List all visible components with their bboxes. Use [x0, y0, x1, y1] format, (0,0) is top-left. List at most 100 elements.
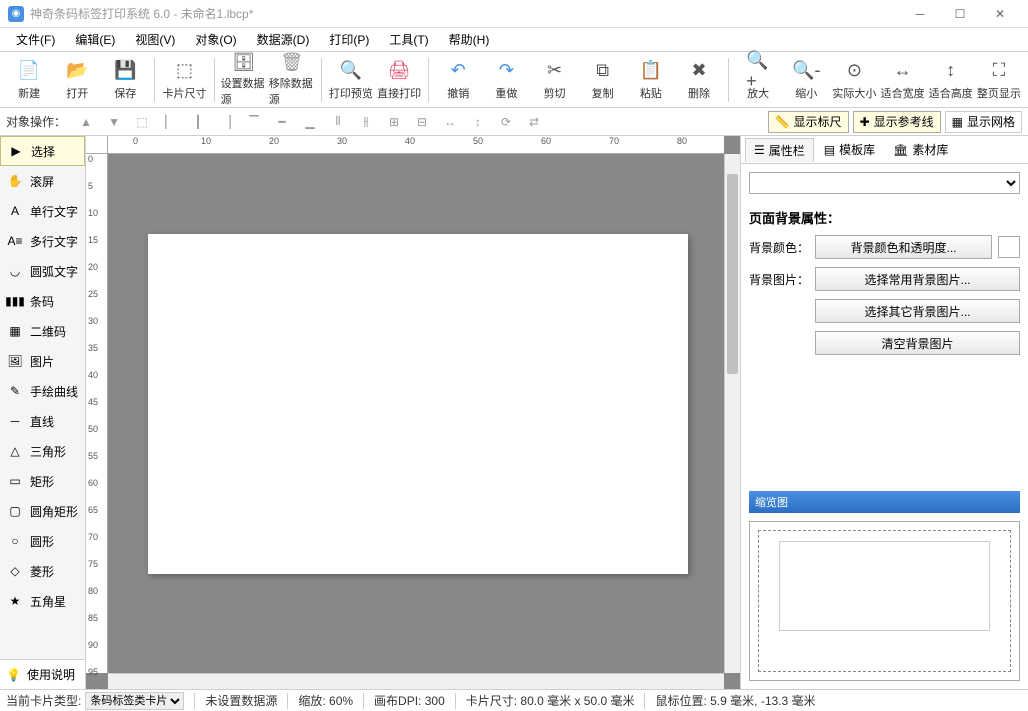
tab-templates[interactable]: ▤ 模板库 [816, 138, 883, 162]
align-left-icon[interactable]: ▏ [158, 111, 182, 133]
tool-qr[interactable]: ▦二维码 [0, 316, 85, 346]
tool-line[interactable]: ─直线 [0, 406, 85, 436]
tool-rect[interactable]: ▭矩形 [0, 466, 85, 496]
overview-title: 缩览图 [749, 491, 1020, 513]
new-button[interactable]: 📄新建 [6, 54, 52, 106]
menu-5[interactable]: 打印(P) [319, 28, 379, 51]
tool-barcode[interactable]: ▮▮▮条码 [0, 286, 85, 316]
close-button[interactable]: ✕ [980, 0, 1020, 28]
menu-2[interactable]: 视图(V) [125, 28, 185, 51]
flip-icon[interactable]: ⇄ [522, 111, 546, 133]
guide-icon: ✚ [860, 115, 870, 129]
delete-button[interactable]: ✖删除 [676, 54, 722, 106]
template-icon: ▤ [824, 143, 835, 157]
dist-h-icon[interactable]: ⫴ [326, 111, 350, 133]
dist-v-icon[interactable]: ⫵ [354, 111, 378, 133]
align-middle-icon[interactable]: ━ [270, 111, 294, 133]
undo-icon: ↶ [446, 59, 470, 83]
object-toolbar: 对象操作： ▲ ▼ ⬚ ▏ ┃ ▕ ▔ ━ ▁ ⫴ ⫵ ⊞ ⊟ ↔ ↕ ⟳ ⇄ … [0, 108, 1028, 136]
tool-star[interactable]: ★五角星 [0, 586, 85, 616]
tool-circle[interactable]: ○圆形 [0, 526, 85, 556]
redo-button[interactable]: ↷重做 [483, 54, 529, 106]
menu-6[interactable]: 工具(T) [379, 28, 438, 51]
send-back-icon[interactable]: ▼ [102, 111, 126, 133]
bg-common-image-button[interactable]: 选择常用背景图片... [815, 267, 1020, 291]
object-selector-dropdown[interactable] [749, 172, 1020, 194]
fith-icon: ↕ [939, 59, 963, 83]
fitpage-button[interactable]: ⛶整页显示 [976, 54, 1022, 106]
bg-other-image-button[interactable]: 选择其它背景图片... [815, 299, 1020, 323]
tool-text2[interactable]: A≡多行文字 [0, 226, 85, 256]
same-height-icon[interactable]: ↕ [466, 111, 490, 133]
deldata-icon: 🗑 [280, 52, 304, 73]
paste-button[interactable]: 📋粘贴 [628, 54, 674, 106]
zoomout-button[interactable]: 🔍-缩小 [783, 54, 829, 106]
bring-front-icon[interactable]: ▲ [74, 111, 98, 133]
tool-roundrect[interactable]: ▢圆角矩形 [0, 496, 85, 526]
menu-4[interactable]: 数据源(D) [247, 28, 320, 51]
preview-button[interactable]: 🔍打印预览 [328, 54, 374, 106]
tool-text1[interactable]: A单行文字 [0, 196, 85, 226]
card-type-select[interactable]: 条码标签类卡片 [85, 692, 184, 710]
align-right-icon[interactable]: ▕ [214, 111, 238, 133]
bg-clear-button[interactable]: 清空背景图片 [815, 331, 1020, 355]
layer-icon[interactable]: ⬚ [130, 111, 154, 133]
new-icon: 📄 [17, 59, 41, 83]
menu-1[interactable]: 编辑(E) [65, 28, 125, 51]
minimize-button[interactable]: ─ [900, 0, 940, 28]
open-button[interactable]: 📂打开 [54, 54, 100, 106]
show-grid-toggle[interactable]: ▦ 显示网格 [945, 111, 1022, 133]
show-guide-toggle[interactable]: ✚ 显示参考线 [853, 111, 941, 133]
deldata-button[interactable]: 🗑移除数据源 [269, 54, 315, 106]
save-label: 保存 [114, 85, 136, 101]
ungroup-icon[interactable]: ⊟ [410, 111, 434, 133]
tool-diamond[interactable]: ◇菱形 [0, 556, 85, 586]
overview-thumbnail[interactable] [758, 530, 1011, 672]
rotate-icon[interactable]: ⟳ [494, 111, 518, 133]
align-bottom-icon[interactable]: ▁ [298, 111, 322, 133]
fith-button[interactable]: ↕ 适合高度 [928, 54, 974, 106]
setdata-button[interactable]: 🗄设置数据源 [221, 54, 267, 106]
tool-select[interactable]: ▶选择 [0, 136, 85, 166]
tool-triangle[interactable]: △三角形 [0, 436, 85, 466]
window-title: 神奇条码标签打印系统 6.0 - 未命名1.lbcp* [30, 5, 253, 22]
menu-7[interactable]: 帮助(H) [439, 28, 500, 51]
tool-arc[interactable]: ◡圆弧文字 [0, 256, 85, 286]
draw-tool-icon: ✎ [6, 382, 24, 400]
tab-properties[interactable]: ☰ 属性栏 [745, 138, 814, 162]
print-button[interactable]: 🖨直接打印 [376, 54, 422, 106]
same-width-icon[interactable]: ↔ [438, 111, 462, 133]
align-center-icon[interactable]: ┃ [186, 111, 210, 133]
menu-0[interactable]: 文件(F) [6, 28, 65, 51]
actual-button[interactable]: ⊙实际大小 [831, 54, 877, 106]
tool-draw[interactable]: ✎手绘曲线 [0, 376, 85, 406]
canvas-page[interactable] [148, 234, 688, 574]
undo-button[interactable]: ↶撤销 [435, 54, 481, 106]
group-icon[interactable]: ⊞ [382, 111, 406, 133]
cardsize-button[interactable]: ⬚卡片尺寸 [161, 54, 207, 106]
show-ruler-toggle[interactable]: 📏 显示标尺 [768, 111, 849, 133]
fith-label: 适合高度 [929, 85, 973, 101]
tool-pan[interactable]: ✋滚屏 [0, 166, 85, 196]
tab-assets[interactable]: 🏛 素材库 [885, 138, 956, 162]
bg-color-button[interactable]: 背景颜色和透明度... [815, 235, 992, 259]
bg-color-swatch[interactable] [998, 236, 1020, 258]
menu-3[interactable]: 对象(O) [185, 28, 246, 51]
properties-icon: ☰ [754, 143, 765, 157]
horizontal-scrollbar[interactable] [108, 673, 724, 689]
zoomin-button[interactable]: 🔍+放大 [735, 54, 781, 106]
delete-icon: ✖ [687, 59, 711, 83]
help-button[interactable]: 💡 使用说明 [0, 659, 85, 689]
cut-button[interactable]: ✂剪切 [531, 54, 577, 106]
line-tool-icon: ─ [6, 412, 24, 430]
save-button[interactable]: 💾保存 [102, 54, 148, 106]
tool-image[interactable]: 🖼图片 [0, 346, 85, 376]
lightbulb-icon: 💡 [6, 668, 21, 682]
horizontal-ruler: 01020304050607080 [108, 136, 724, 154]
vertical-scrollbar[interactable] [724, 154, 740, 673]
fitw-button[interactable]: ↔适合宽度 [880, 54, 926, 106]
canvas-viewport[interactable] [108, 154, 724, 673]
copy-button[interactable]: ⧉复制 [580, 54, 626, 106]
maximize-button[interactable]: ☐ [940, 0, 980, 28]
align-top-icon[interactable]: ▔ [242, 111, 266, 133]
